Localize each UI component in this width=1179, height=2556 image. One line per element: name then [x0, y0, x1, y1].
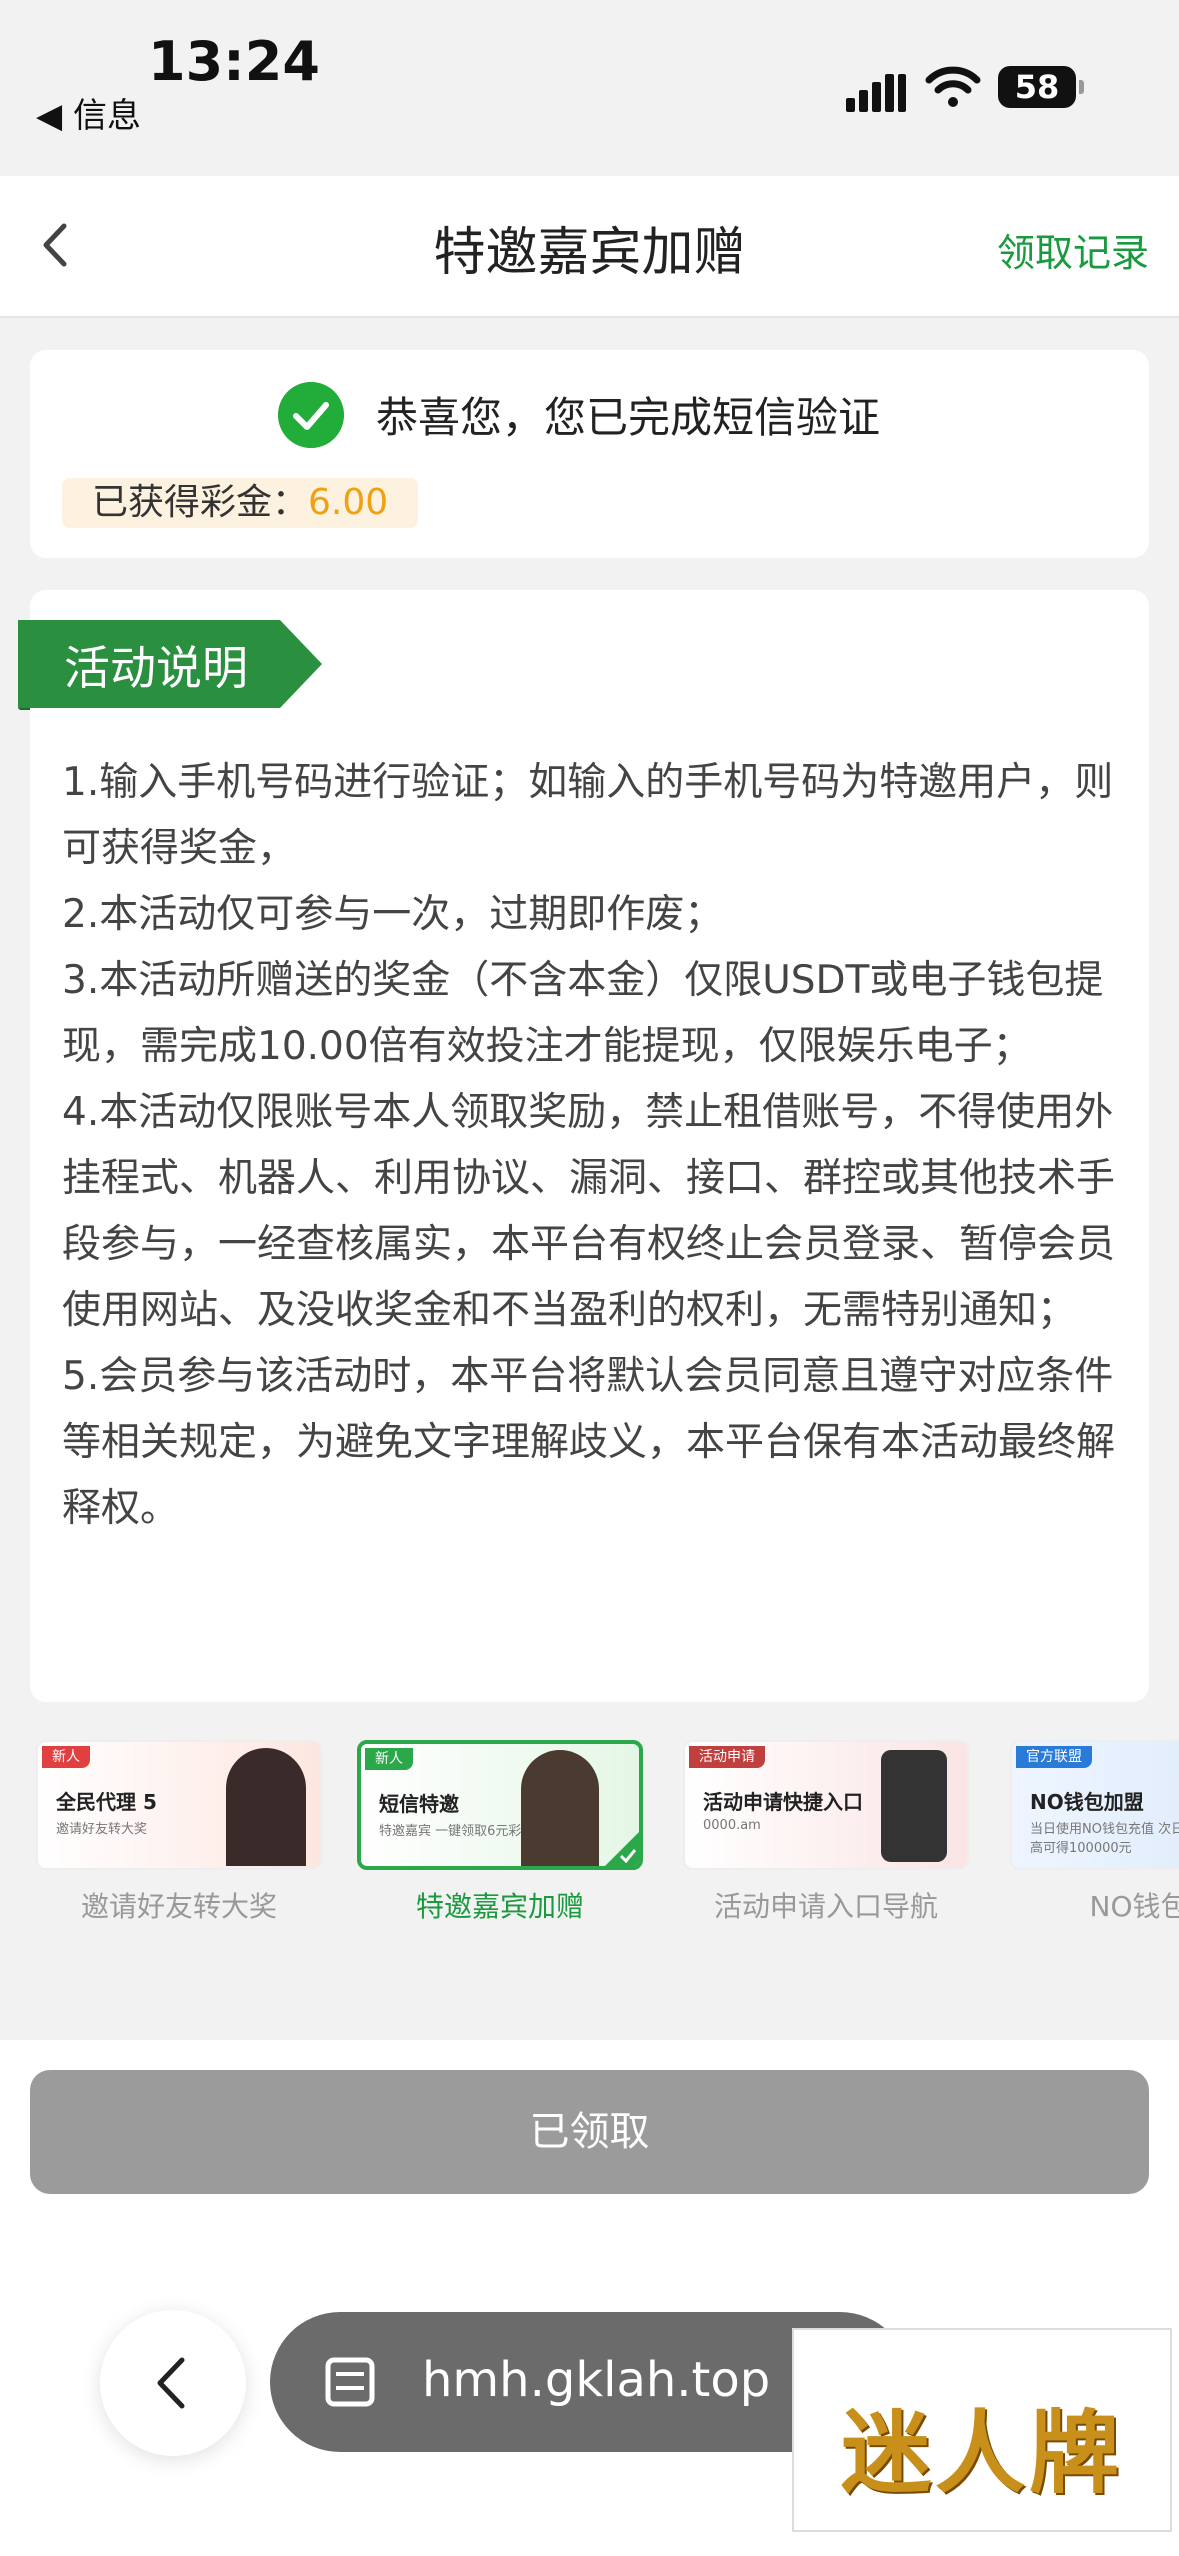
promo-subtitle: 邀请好友转大奖	[56, 1822, 148, 1837]
promo-carousel[interactable]: 新人 全民代理 5 邀请好友转大奖 邀请好友转大奖 新人 短信特邀 特邀嘉宾 一…	[0, 1730, 1179, 1930]
rule-item: 2.本活动仅可参与一次，过期即作废；	[62, 892, 724, 937]
verification-card: 恭喜您，您已完成短信验证 已获得彩金：6.00	[30, 350, 1149, 558]
check-circle-icon	[278, 382, 344, 448]
rule-item: 5.会员参与该活动时，本平台将默认会员同意且遵守对应条件等相关规定，为避免文字理…	[62, 1354, 1116, 1531]
promo-label: NO钱包加	[1089, 1890, 1179, 1923]
bonus-label: 已获得彩金：	[92, 482, 309, 523]
promo-tag: 官方联盟	[1016, 1746, 1092, 1768]
promo-card-apply[interactable]: 活动申请 活动申请快捷入口 0000.am	[683, 1740, 969, 1870]
promo-tag: 新人	[365, 1748, 413, 1770]
promo-card-agent[interactable]: 新人 全民代理 5 邀请好友转大奖	[36, 1740, 322, 1870]
rule-item: 1.输入手机号码进行验证；如输入的手机号码为特邀用户，则可获得奖金，	[62, 760, 1114, 871]
page-menu-icon	[325, 2357, 375, 2407]
promo-subtitle: 0000.am	[703, 1818, 761, 1833]
cellular-signal-icon	[846, 74, 906, 112]
promo-title: 活动申请快捷入口	[703, 1790, 863, 1814]
nav-bar: 特邀嘉宾加赠 领取记录	[0, 176, 1179, 318]
watermark-text: 迷人牌	[841, 2401, 1123, 2506]
rules-text: 1.输入手机号码进行验证；如输入的手机号码为特邀用户，则可获得奖金， 2.本活动…	[62, 750, 1122, 1542]
url-text: hmh.gklah.top	[422, 2352, 771, 2408]
rule-item: 3.本活动所赠送的奖金（不含本金）仅限USDT或电子钱包提现，需完成10.00倍…	[62, 958, 1104, 1069]
claim-record-link[interactable]: 领取记录	[997, 222, 1149, 277]
back-to-app-link[interactable]: ◀ 信息	[36, 88, 141, 137]
promo-tag: 活动申请	[689, 1746, 765, 1768]
bonus-amount: 6.00	[308, 482, 389, 523]
chevron-left-icon	[157, 2357, 185, 2409]
watermark-logo: 迷人牌	[792, 2328, 1172, 2532]
status-bar: 13:24 ◀ 信息 58	[0, 0, 1179, 176]
promo-portrait-image	[521, 1750, 599, 1866]
verification-message: 恭喜您，您已完成短信验证	[376, 393, 881, 442]
promo-label: 特邀嘉宾加赠	[415, 1890, 584, 1923]
promo-tag: 新人	[42, 1746, 90, 1768]
rules-title: 活动说明	[64, 641, 248, 695]
promo-title: NO钱包加盟	[1030, 1790, 1144, 1814]
battery-icon: 58	[998, 66, 1084, 108]
rule-item: 4.本活动仅限账号本人领取奖励，禁止租借账号，不得使用外挂程式、机器人、利用协议…	[62, 1090, 1116, 1333]
promo-portrait-image	[226, 1748, 306, 1866]
bonus-badge: 已获得彩金：6.00	[62, 478, 419, 528]
wifi-icon	[925, 66, 981, 107]
promo-card-wallet[interactable]: 官方联盟 NO钱包加盟 当日使用NO钱包充值 次日首可领取神秘彩 最高可得100…	[1010, 1740, 1179, 1870]
promo-subtitle: 当日使用NO钱包充值 次日首可领取神秘彩 最高可得100000元	[1030, 1822, 1179, 1856]
phone-image	[881, 1750, 947, 1862]
promo-title: 短信特邀	[379, 1792, 459, 1816]
promo-label: 邀请好友转大奖	[80, 1890, 277, 1923]
selected-check-icon	[605, 1832, 639, 1866]
status-time: 13:24	[148, 30, 320, 93]
promo-label: 活动申请入口导航	[713, 1890, 938, 1923]
promo-subtitle: 特邀嘉宾 一键领取6元彩金	[379, 1824, 535, 1839]
claimed-button[interactable]: 已领取	[30, 2070, 1149, 2194]
browser-back-button[interactable]	[100, 2310, 246, 2456]
promo-title: 全民代理 5	[56, 1790, 157, 1814]
promo-card-sms-invite[interactable]: 新人 短信特邀 特邀嘉宾 一键领取6元彩金	[357, 1740, 643, 1870]
